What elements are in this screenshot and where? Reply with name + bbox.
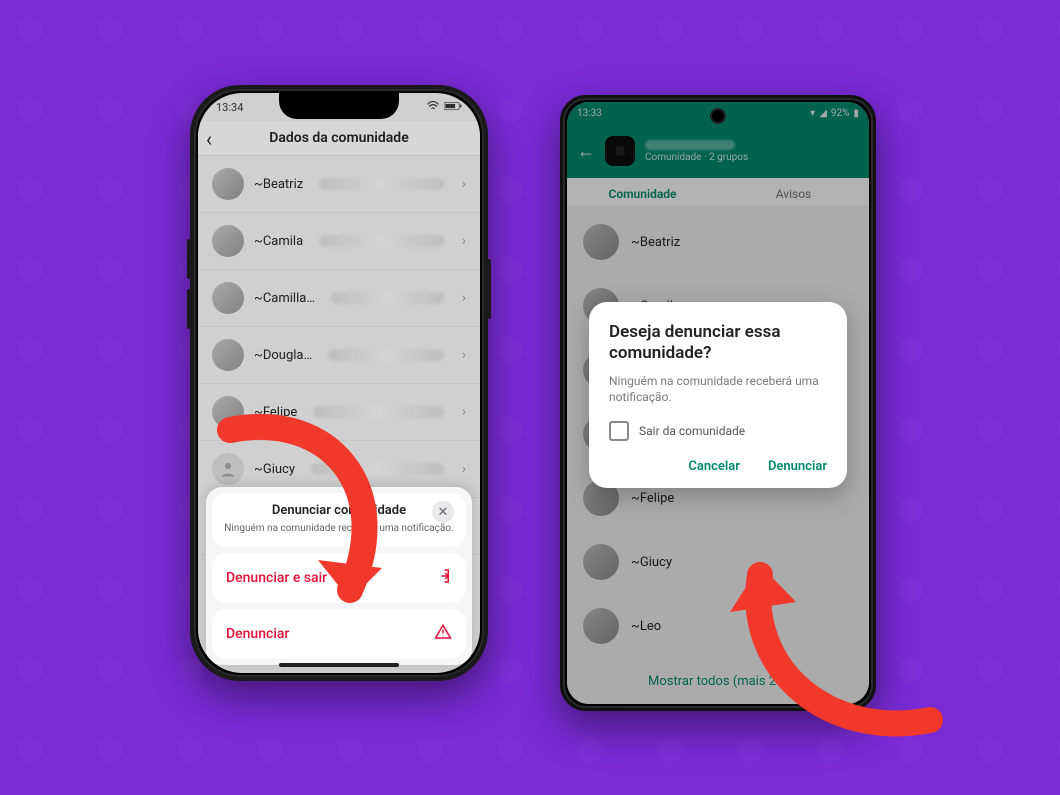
cancel-button[interactable]: Cancelar <box>688 459 740 474</box>
exit-icon <box>434 567 452 589</box>
android-device: 13:33 ▾ ◢ 92% ▮ ← Comunidade · 2 grupos … <box>560 95 876 711</box>
close-icon[interactable]: ✕ <box>432 501 454 523</box>
ios-action-sheet: Denunciar comunidade ✕ Ninguém na comuni… <box>206 487 472 665</box>
sheet-subtitle: Ninguém na comunidade receberá uma notif… <box>224 522 454 535</box>
dialog-subtitle: Ninguém na comunidade receberá uma notif… <box>609 373 827 405</box>
warning-icon <box>434 623 452 645</box>
confirm-button[interactable]: Denunciar <box>768 459 827 474</box>
report-and-leave-button[interactable]: Denunciar e sair <box>212 553 466 603</box>
checkbox-icon <box>609 421 629 441</box>
report-dialog: Deseja denunciar essa comunidade? Ningué… <box>589 302 847 488</box>
sheet-title: Denunciar comunidade <box>272 503 406 518</box>
dialog-title: Deseja denunciar essa comunidade? <box>609 322 827 365</box>
report-button[interactable]: Denunciar <box>212 609 466 659</box>
action-label: Denunciar <box>226 626 289 642</box>
iphone-device: 13:34 ‹ Dados da comunidade ~Beatriz › <box>190 85 488 681</box>
leave-checkbox[interactable]: Sair da comunidade <box>609 421 827 441</box>
ios-home-indicator <box>279 663 399 667</box>
checkbox-label: Sair da comunidade <box>639 424 745 438</box>
action-label: Denunciar e sair <box>226 570 327 586</box>
